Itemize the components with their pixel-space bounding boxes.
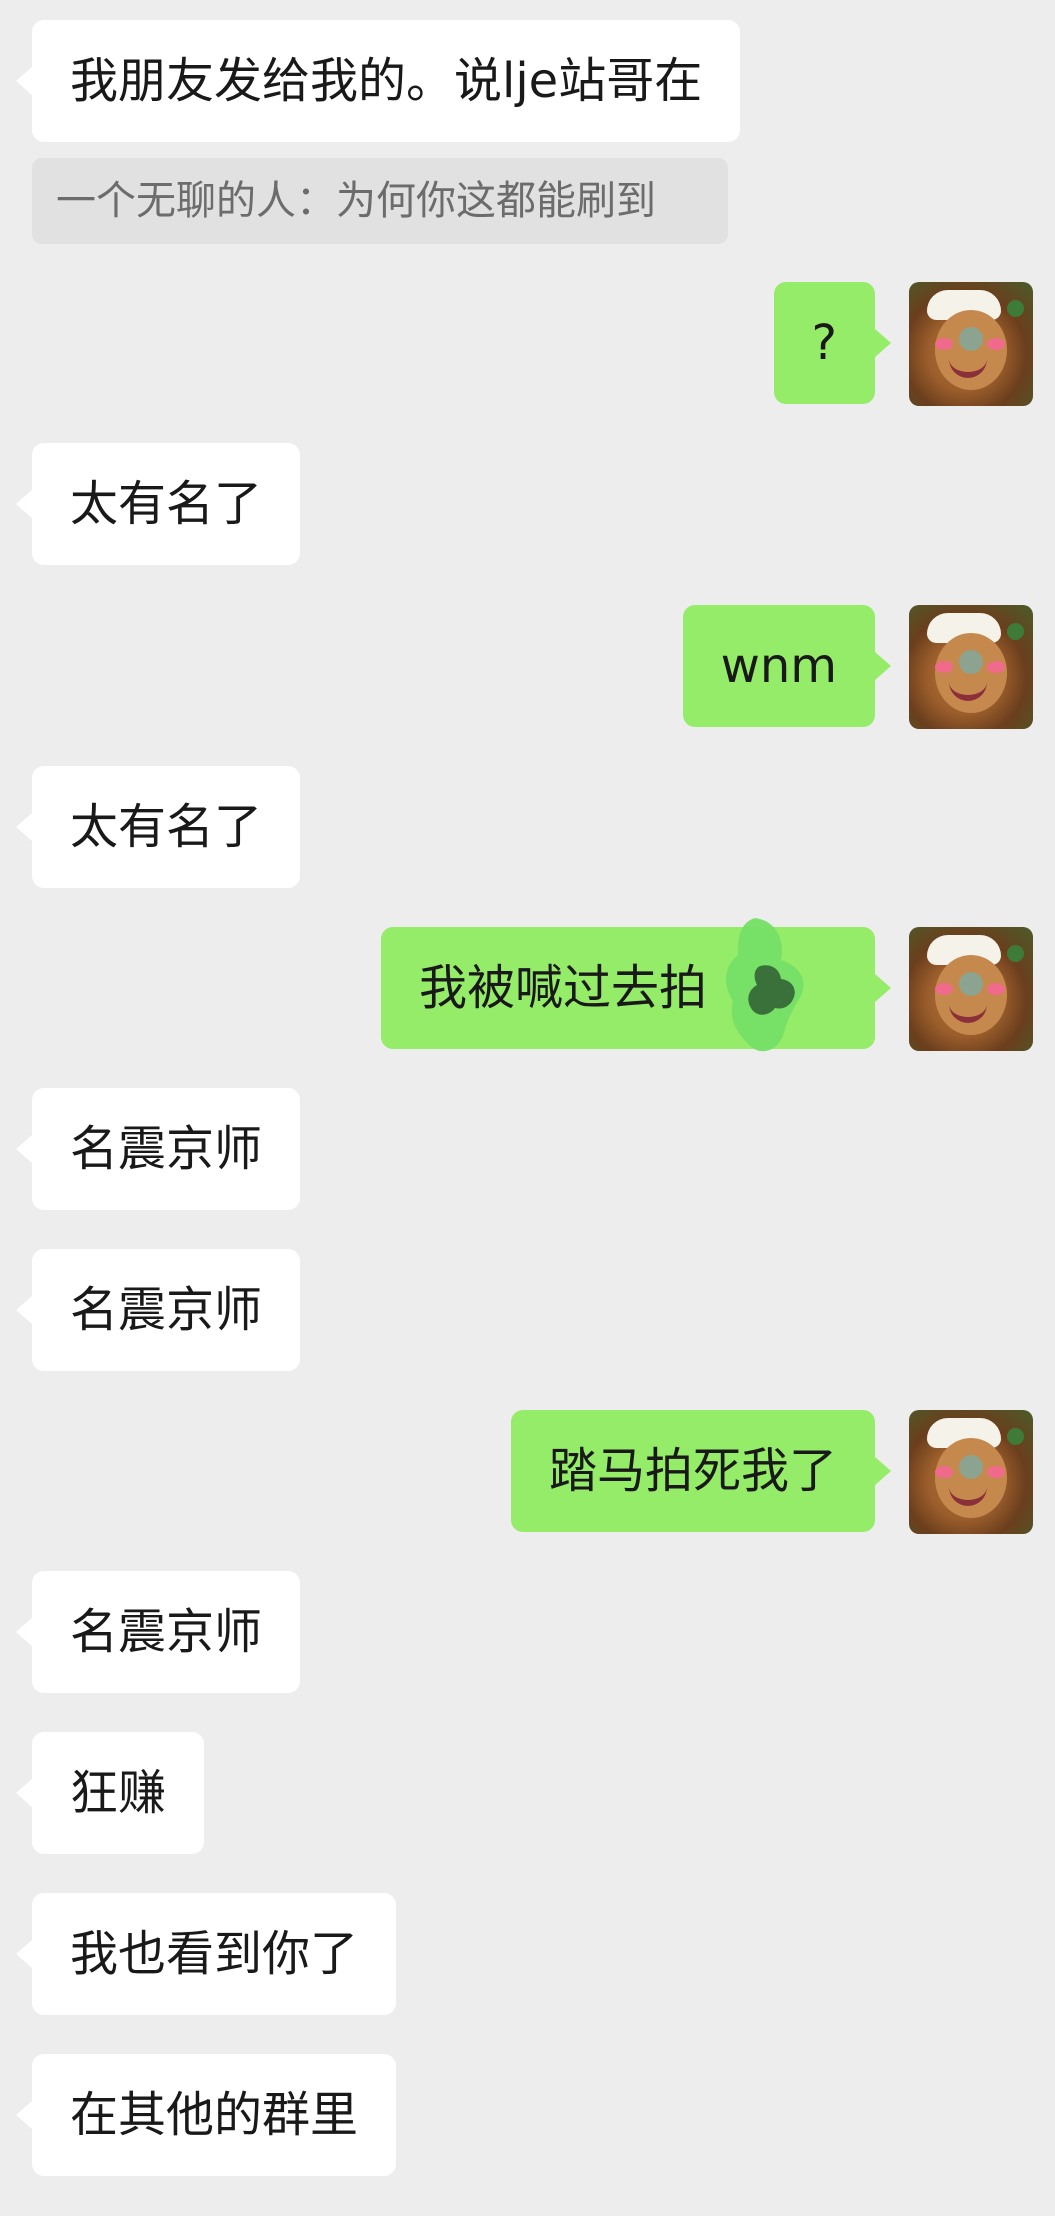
avatar-right-blush-icon [987, 338, 1005, 350]
outgoing-message-bubble[interactable]: wnm [682, 605, 892, 727]
avatar-sprig-icon [1007, 623, 1024, 640]
avatar-left-blush-icon [935, 661, 953, 673]
avatar-nose-icon [959, 650, 983, 674]
avatar-right-blush-icon [987, 1466, 1005, 1478]
self-avatar-icon[interactable] [909, 1410, 1033, 1534]
incoming-message-bubble[interactable]: 在其他的群里 [15, 2054, 397, 2176]
incoming-message-bubble[interactable]: 太有名了 [15, 766, 301, 888]
avatar-right-blush-icon [987, 661, 1005, 673]
incoming-message-bubble[interactable]: 名震京师 [15, 1088, 301, 1210]
self-avatar-icon[interactable] [909, 282, 1033, 406]
outgoing-message-bubble[interactable]: 踏马拍死我了 [510, 1410, 892, 1532]
incoming-message-bubble[interactable]: 名震京师 [15, 1571, 301, 1693]
incoming-message-bubble[interactable]: 我也看到你了 [15, 1893, 397, 2015]
avatar-left-blush-icon [935, 983, 953, 995]
avatar-sprig-icon [1007, 945, 1024, 962]
self-avatar-icon[interactable] [909, 605, 1033, 729]
avatar-nose-icon [959, 972, 983, 996]
avatar-right-blush-icon [987, 983, 1005, 995]
self-avatar-icon[interactable] [909, 927, 1033, 1051]
incoming-message-bubble[interactable]: 我朋友发给我的。说lje站哥在 [15, 20, 741, 142]
outgoing-message-bubble[interactable]: 我被喊过去拍 [381, 927, 891, 1049]
incoming-message-bubble[interactable]: 名震京师 [15, 1249, 301, 1371]
quoted-message[interactable]: 一个无聊的人：为何你这都能刷到 [32, 158, 728, 244]
avatar-nose-icon [959, 327, 983, 351]
avatar-left-blush-icon [935, 338, 953, 350]
incoming-message-bubble[interactable]: 太有名了 [15, 443, 301, 565]
incoming-message-bubble[interactable]: 狂赚 [15, 1732, 205, 1854]
avatar-sprig-icon [1007, 1428, 1024, 1445]
avatar-nose-icon [959, 1455, 983, 1479]
avatar-left-blush-icon [935, 1466, 953, 1478]
outgoing-message-bubble[interactable]: ? [773, 282, 892, 404]
chat-view: 我朋友发给我的。说lje站哥在 一个无聊的人：为何你这都能刷到 ? 太有名了 w… [0, 0, 1055, 2216]
avatar-sprig-icon [1007, 300, 1024, 317]
